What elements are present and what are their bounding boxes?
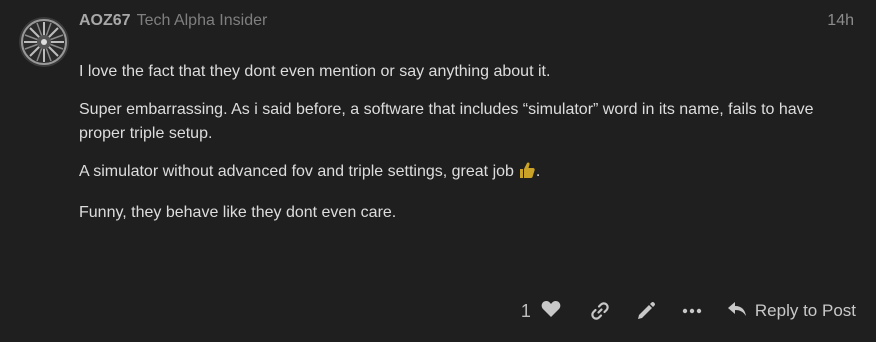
avatar[interactable]: [19, 17, 69, 67]
username[interactable]: AOZ67: [79, 12, 131, 30]
post-paragraph-suffix: .: [535, 163, 541, 180]
heart-icon[interactable]: [541, 300, 561, 323]
like-group: 1: [521, 300, 561, 323]
post-paragraph-text: A simulator without advanced fov and tri…: [79, 163, 514, 180]
forum-post: AOZ67 Tech Alpha Insider 14h I love the …: [0, 0, 876, 342]
avatar-turbine-image: [19, 17, 69, 67]
reply-button[interactable]: Reply to Post: [727, 301, 856, 322]
reply-icon: [727, 301, 747, 322]
link-icon[interactable]: [589, 300, 611, 322]
post-paragraph: I love the fact that they dont even ment…: [79, 63, 551, 80]
post-actions: 1 Reply to Post: [521, 297, 856, 325]
post-paragraph: Funny, they behave like they dont even c…: [79, 204, 397, 221]
post-body: I love the fact that they dont even ment…: [79, 60, 849, 239]
post-paragraph: Super embarrassing. As i said before, a …: [79, 101, 814, 142]
post-header: AOZ67 Tech Alpha Insider: [79, 12, 267, 34]
more-icon[interactable]: [681, 300, 703, 322]
pencil-icon[interactable]: [635, 300, 657, 322]
post-timestamp[interactable]: 14h: [827, 12, 854, 30]
reply-label: Reply to Post: [754, 301, 856, 320]
like-count[interactable]: 1: [521, 301, 531, 322]
thumbs-up-emoji-icon: [518, 161, 536, 187]
post-paragraph: A simulator without advanced fov and tri…: [79, 160, 849, 187]
user-title: Tech Alpha Insider: [136, 12, 268, 29]
